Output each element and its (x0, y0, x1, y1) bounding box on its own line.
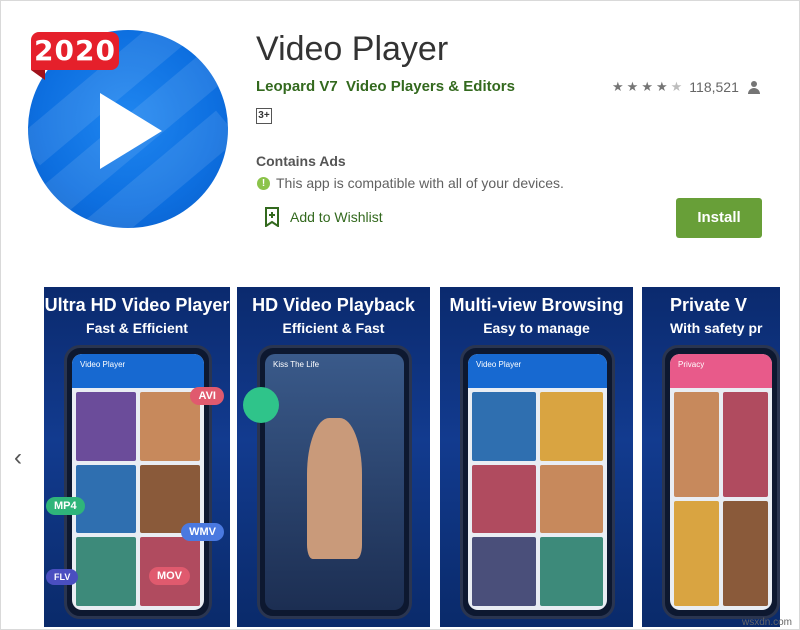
developer-link[interactable]: Leopard V7 (256, 78, 338, 95)
screenshot-1[interactable]: Ultra HD Video Player Fast & Efficient V… (44, 287, 230, 627)
star-icon: ★ (655, 79, 668, 94)
phone-screen: Kiss The Life (265, 354, 404, 610)
screenshot-3[interactable]: Multi-view Browsing Easy to manage Video… (440, 287, 633, 627)
screenshot-4[interactable]: Private V With safety pr Privacy (642, 287, 780, 627)
rating: ★ ★ ★ ★ ★ 118,521 (612, 79, 760, 95)
video-thumbnail (76, 392, 136, 461)
mock-app-bar: Kiss The Life (273, 360, 320, 369)
play-icon (100, 93, 162, 169)
video-thumbnail (472, 537, 536, 606)
format-tag: AVI (190, 387, 224, 405)
video-thumbnail (539, 537, 603, 606)
mock-app-bar: Privacy (670, 354, 772, 388)
mock-tiles (674, 392, 768, 606)
mock-app-bar: Video Player (468, 354, 607, 388)
video-thumbnail (76, 464, 136, 534)
video-thumbnail (140, 392, 200, 461)
phone-mockup: Privacy (662, 345, 780, 619)
category-link[interactable]: Video Players & Editors (346, 78, 515, 95)
phone-screen: Video Player (468, 354, 607, 610)
compatibility-row: ! This app is compatible with all of you… (257, 175, 564, 191)
video-frame-portrait (306, 418, 363, 559)
screenshot-headline: Ultra HD Video Player (44, 295, 230, 315)
install-button[interactable]: Install (676, 198, 762, 238)
video-thumbnail (723, 501, 768, 606)
screenshot-2[interactable]: HD Video Playback Efficient & Fast Kiss … (237, 287, 430, 627)
app-icon: 2020 (28, 30, 228, 228)
screenshot-subline: Fast & Efficient (86, 320, 188, 336)
mock-tiles (472, 392, 603, 606)
video-thumbnail (674, 501, 719, 606)
video-thumbnail (472, 464, 536, 534)
watermark: wsxdn.com (741, 617, 792, 628)
video-thumbnail (723, 392, 768, 497)
screenshot-headline: Private V (670, 295, 748, 315)
format-tag: FLV (46, 569, 79, 585)
video-thumbnail (539, 464, 603, 534)
rating-count[interactable]: 118,521 (689, 79, 739, 95)
star-icon: ★ (626, 79, 639, 94)
video-thumbnail (76, 537, 136, 606)
wishlist-label: Add to Wishlist (290, 209, 383, 225)
screenshot-subline: With safety pr (670, 320, 763, 336)
compatibility-text: This app is compatible with all of your … (276, 175, 564, 191)
info-icon: ! (257, 176, 270, 190)
screenshot-subline: Efficient & Fast (282, 320, 385, 336)
carousel-prev-arrow-icon[interactable]: ‹ (14, 446, 22, 470)
contains-ads-label: Contains Ads (256, 153, 346, 169)
content-rating-badge: 3+ (256, 108, 272, 124)
person-icon (747, 80, 760, 94)
video-thumbnail (674, 392, 719, 497)
year-badge-tail (31, 70, 45, 80)
star-icon: ★ (641, 79, 653, 94)
screenshot-subline: Easy to manage (483, 320, 590, 336)
video-thumbnail (539, 392, 603, 461)
app-title: Video Player (256, 30, 449, 68)
phone-screen: Privacy (670, 354, 772, 610)
phone-mockup: Kiss The Life (257, 345, 412, 619)
playlist-icon (243, 387, 279, 423)
format-tag: MP4 (46, 497, 85, 515)
half-star-icon: ★ (670, 79, 683, 94)
screenshot-headline: Multi-view Browsing (449, 295, 624, 315)
mock-app-bar: Video Player (72, 354, 204, 388)
year-badge: 2020 (31, 32, 119, 70)
screenshot-headline: HD Video Playback (252, 295, 415, 315)
add-to-wishlist-button[interactable]: Add to Wishlist (264, 207, 383, 227)
star-icon: ★ (612, 79, 624, 94)
bookmark-add-icon (265, 207, 279, 227)
video-thumbnail (472, 392, 536, 461)
format-tag: MOV (148, 567, 190, 585)
phone-mockup: Video Player (460, 345, 615, 619)
format-tag: WMV (181, 523, 224, 541)
